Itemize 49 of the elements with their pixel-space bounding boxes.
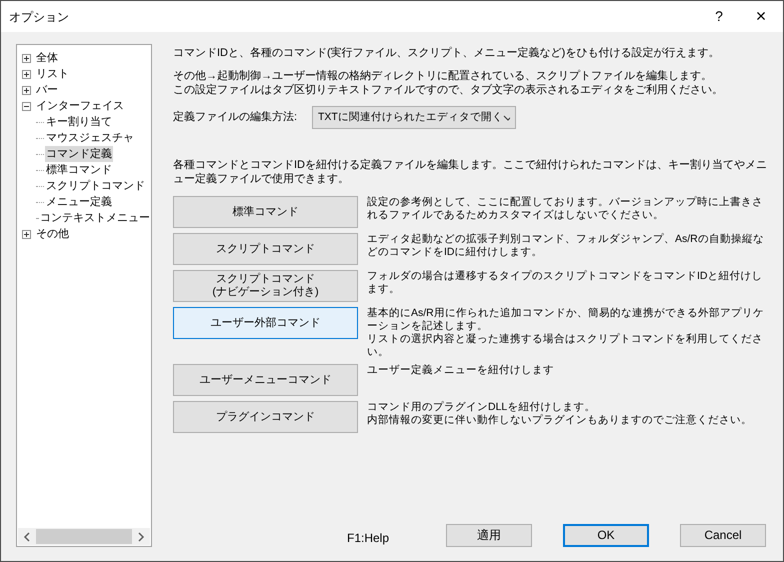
tree-item[interactable]: 全体: [35, 50, 59, 66]
tree-item[interactable]: キー割り当て: [45, 114, 113, 130]
command-description: 内部情報の変更に伴い動作しないプラグインもありますのでご注意ください。: [367, 414, 753, 427]
collapse-icon[interactable]: [22, 102, 31, 110]
scrollbar-thumb[interactable]: [36, 529, 132, 544]
tree-item[interactable]: 標準コマンド: [45, 162, 113, 178]
tree-item[interactable]: リスト: [35, 66, 70, 82]
expand-icon[interactable]: [22, 86, 31, 94]
tree-item[interactable]: コマンド定義: [45, 146, 113, 162]
chevron-down-icon: [502, 114, 510, 120]
tree-item[interactable]: スクリプトコマンド: [45, 178, 146, 194]
command-button[interactable]: ユーザー外部コマンド: [173, 307, 358, 339]
scroll-right-icon[interactable]: [137, 532, 145, 542]
dialog-button[interactable]: 適用: [446, 524, 532, 546]
note-text: この設定ファイルはタブ区切りテキストファイルですので、タブ文字の表示されるエディタをご利用ください。: [173, 83, 724, 97]
close-button[interactable]: ×: [739, 1, 783, 32]
expand-icon[interactable]: [22, 230, 31, 238]
edit-method-dropdown[interactable]: TXTに関連付けられたエディタで開く: [312, 106, 516, 129]
dialog-button[interactable]: Cancel: [680, 524, 766, 546]
command-description: 設定の参考例として、ここに配置しております。バージョンアップ時に上書きされるファイルであるためカスタマイズはしないでください。: [367, 196, 764, 222]
command-button[interactable]: プラグインコマンド: [173, 401, 358, 433]
command-description: エディタ起動などの拡張子判別コマンド、フォルダジャンプ、As/Rの自動操縦などのコマンドをIDに紐付けします。: [367, 233, 765, 259]
command-button[interactable]: ユーザーメニューコマンド: [173, 364, 358, 396]
command-button[interactable]: 標準コマンド: [173, 196, 358, 228]
command-button[interactable]: スクリプトコマンド: [173, 233, 358, 265]
command-description: 基本的にAs/R用に作られた追加コマンドか、簡易的な連携ができる外部アプリケーションを記述します。: [367, 307, 765, 333]
intro-text: コマンドIDと、各種のコマンド(実行ファイル、スクリプト、メニュー定義など)をひも付ける設定が行えます。: [173, 46, 720, 61]
tree-item[interactable]: その他: [35, 226, 70, 242]
tree-item[interactable]: バー: [35, 82, 59, 98]
edit-method-label: 定義ファイルの編集方法:: [173, 110, 298, 126]
tree-item[interactable]: コンテキストメニュー: [39, 210, 151, 226]
tree-item[interactable]: マウスジェスチャ: [45, 130, 135, 146]
command-description: コマンド用のプラグインDLLを紐付けします。: [367, 401, 596, 414]
command-description: フォルダの場合は遷移するタイプのスクリプトコマンドをコマンドIDと紐付けします。: [367, 270, 764, 296]
scroll-left-icon[interactable]: [23, 532, 31, 542]
tree-item[interactable]: インターフェイス: [35, 98, 125, 114]
command-button[interactable]: スクリプトコマンド (ナビゲーション付き): [173, 270, 358, 302]
dialog-button[interactable]: OK: [563, 524, 649, 546]
command-description: リストの選択内容と凝った連携する場合はスクリプトコマンドを利用してください。: [367, 333, 764, 359]
tree-item[interactable]: メニュー定義: [45, 194, 113, 210]
commands-intro-text: 各種コマンドとコマンドIDを紐付ける定義ファイルを編集します。ここで紐付けられたコマンドは、キー割り当てやメニュー定義ファイルで使用できます。: [173, 158, 767, 186]
help-hint: F1:Help: [347, 530, 390, 547]
help-button[interactable]: ?: [699, 1, 739, 32]
note-text: その他→起動制御→ユーザー情報の格納ディレクトリに配置されている、スクリプトファイルを編集します。: [173, 69, 713, 83]
command-description: ユーザー定義メニューを紐付けします: [367, 364, 555, 377]
expand-icon[interactable]: [22, 70, 31, 78]
window-title: オプション: [9, 8, 69, 26]
horizontal-scrollbar[interactable]: [18, 528, 150, 545]
expand-icon[interactable]: [22, 54, 31, 62]
